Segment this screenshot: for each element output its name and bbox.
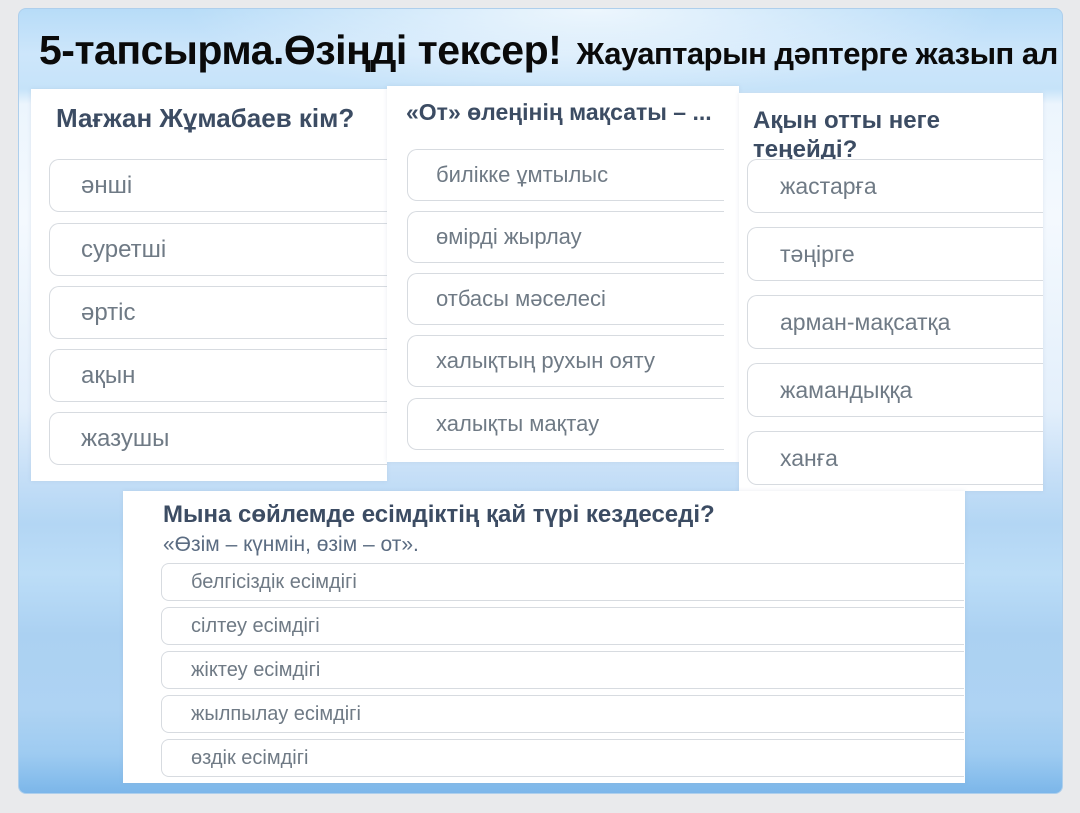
question-subtitle: «Өзім – күнмін, өзім – от». [163, 533, 419, 556]
answer-option[interactable]: халықты мақтау [407, 398, 724, 450]
answer-option[interactable]: жамандыққа [747, 363, 1043, 417]
quiz-panel-4: Мына сөйлемде есімдіктің қай түрі кездес… [123, 491, 965, 783]
title-main: 5-тапсырма.Өзіңді тексер! [39, 27, 562, 73]
title-sub: Жауаптарын дәптерге жазып ал [576, 36, 1058, 71]
page-title: 5-тапсырма.Өзіңді тексер! Жауаптарын дәп… [39, 27, 1058, 74]
answer-option[interactable]: сілтеу есімдігі [161, 607, 964, 645]
answer-option[interactable]: халықтың рухын ояту [407, 335, 724, 387]
question-text: «От» өлеңінің мақсаты – ... [406, 99, 712, 125]
screenshot-stage: 5-тапсырма.Өзіңді тексер! Жауаптарын дәп… [0, 0, 1080, 813]
quiz-panel-2: «От» өлеңінің мақсаты – ... билікке ұмты… [387, 86, 739, 462]
question-text: Мағжан Жұмабаев кім? [56, 103, 355, 133]
answer-option[interactable]: отбасы мәселесі [407, 273, 724, 325]
quiz-panel-3: Ақын отты неге теңейді? жастарға тәңірге… [739, 93, 1043, 491]
answer-option[interactable]: әнші [49, 159, 387, 212]
answer-option[interactable]: билікке ұмтылыс [407, 149, 724, 201]
answer-option[interactable]: өздік есімдігі [161, 739, 964, 777]
answer-option[interactable]: суретші [49, 223, 387, 276]
answer-option[interactable]: тәңірге [747, 227, 1043, 281]
answer-option[interactable]: жылпылау есімдігі [161, 695, 964, 733]
answer-option[interactable]: белгісіздік есімдігі [161, 563, 964, 601]
presentation-slide: 5-тапсырма.Өзіңді тексер! Жауаптарын дәп… [18, 8, 1063, 794]
question-text: Мына сөйлемде есімдіктің қай түрі кездес… [163, 501, 715, 528]
answer-option[interactable]: жастарға [747, 159, 1043, 213]
answer-option[interactable]: ақын [49, 349, 387, 402]
answer-option[interactable]: ханға [747, 431, 1043, 485]
question-text: Ақын отты неге теңейді? [753, 107, 940, 163]
answer-option[interactable]: арман-мақсатқа [747, 295, 1043, 349]
quiz-panel-1: Мағжан Жұмабаев кім? әнші суретші әртіс … [31, 89, 387, 481]
answer-option[interactable]: жіктеу есімдігі [161, 651, 964, 689]
answer-option[interactable]: жазушы [49, 412, 387, 465]
answer-option[interactable]: өмірді жырлау [407, 211, 724, 263]
answer-option[interactable]: әртіс [49, 286, 387, 339]
